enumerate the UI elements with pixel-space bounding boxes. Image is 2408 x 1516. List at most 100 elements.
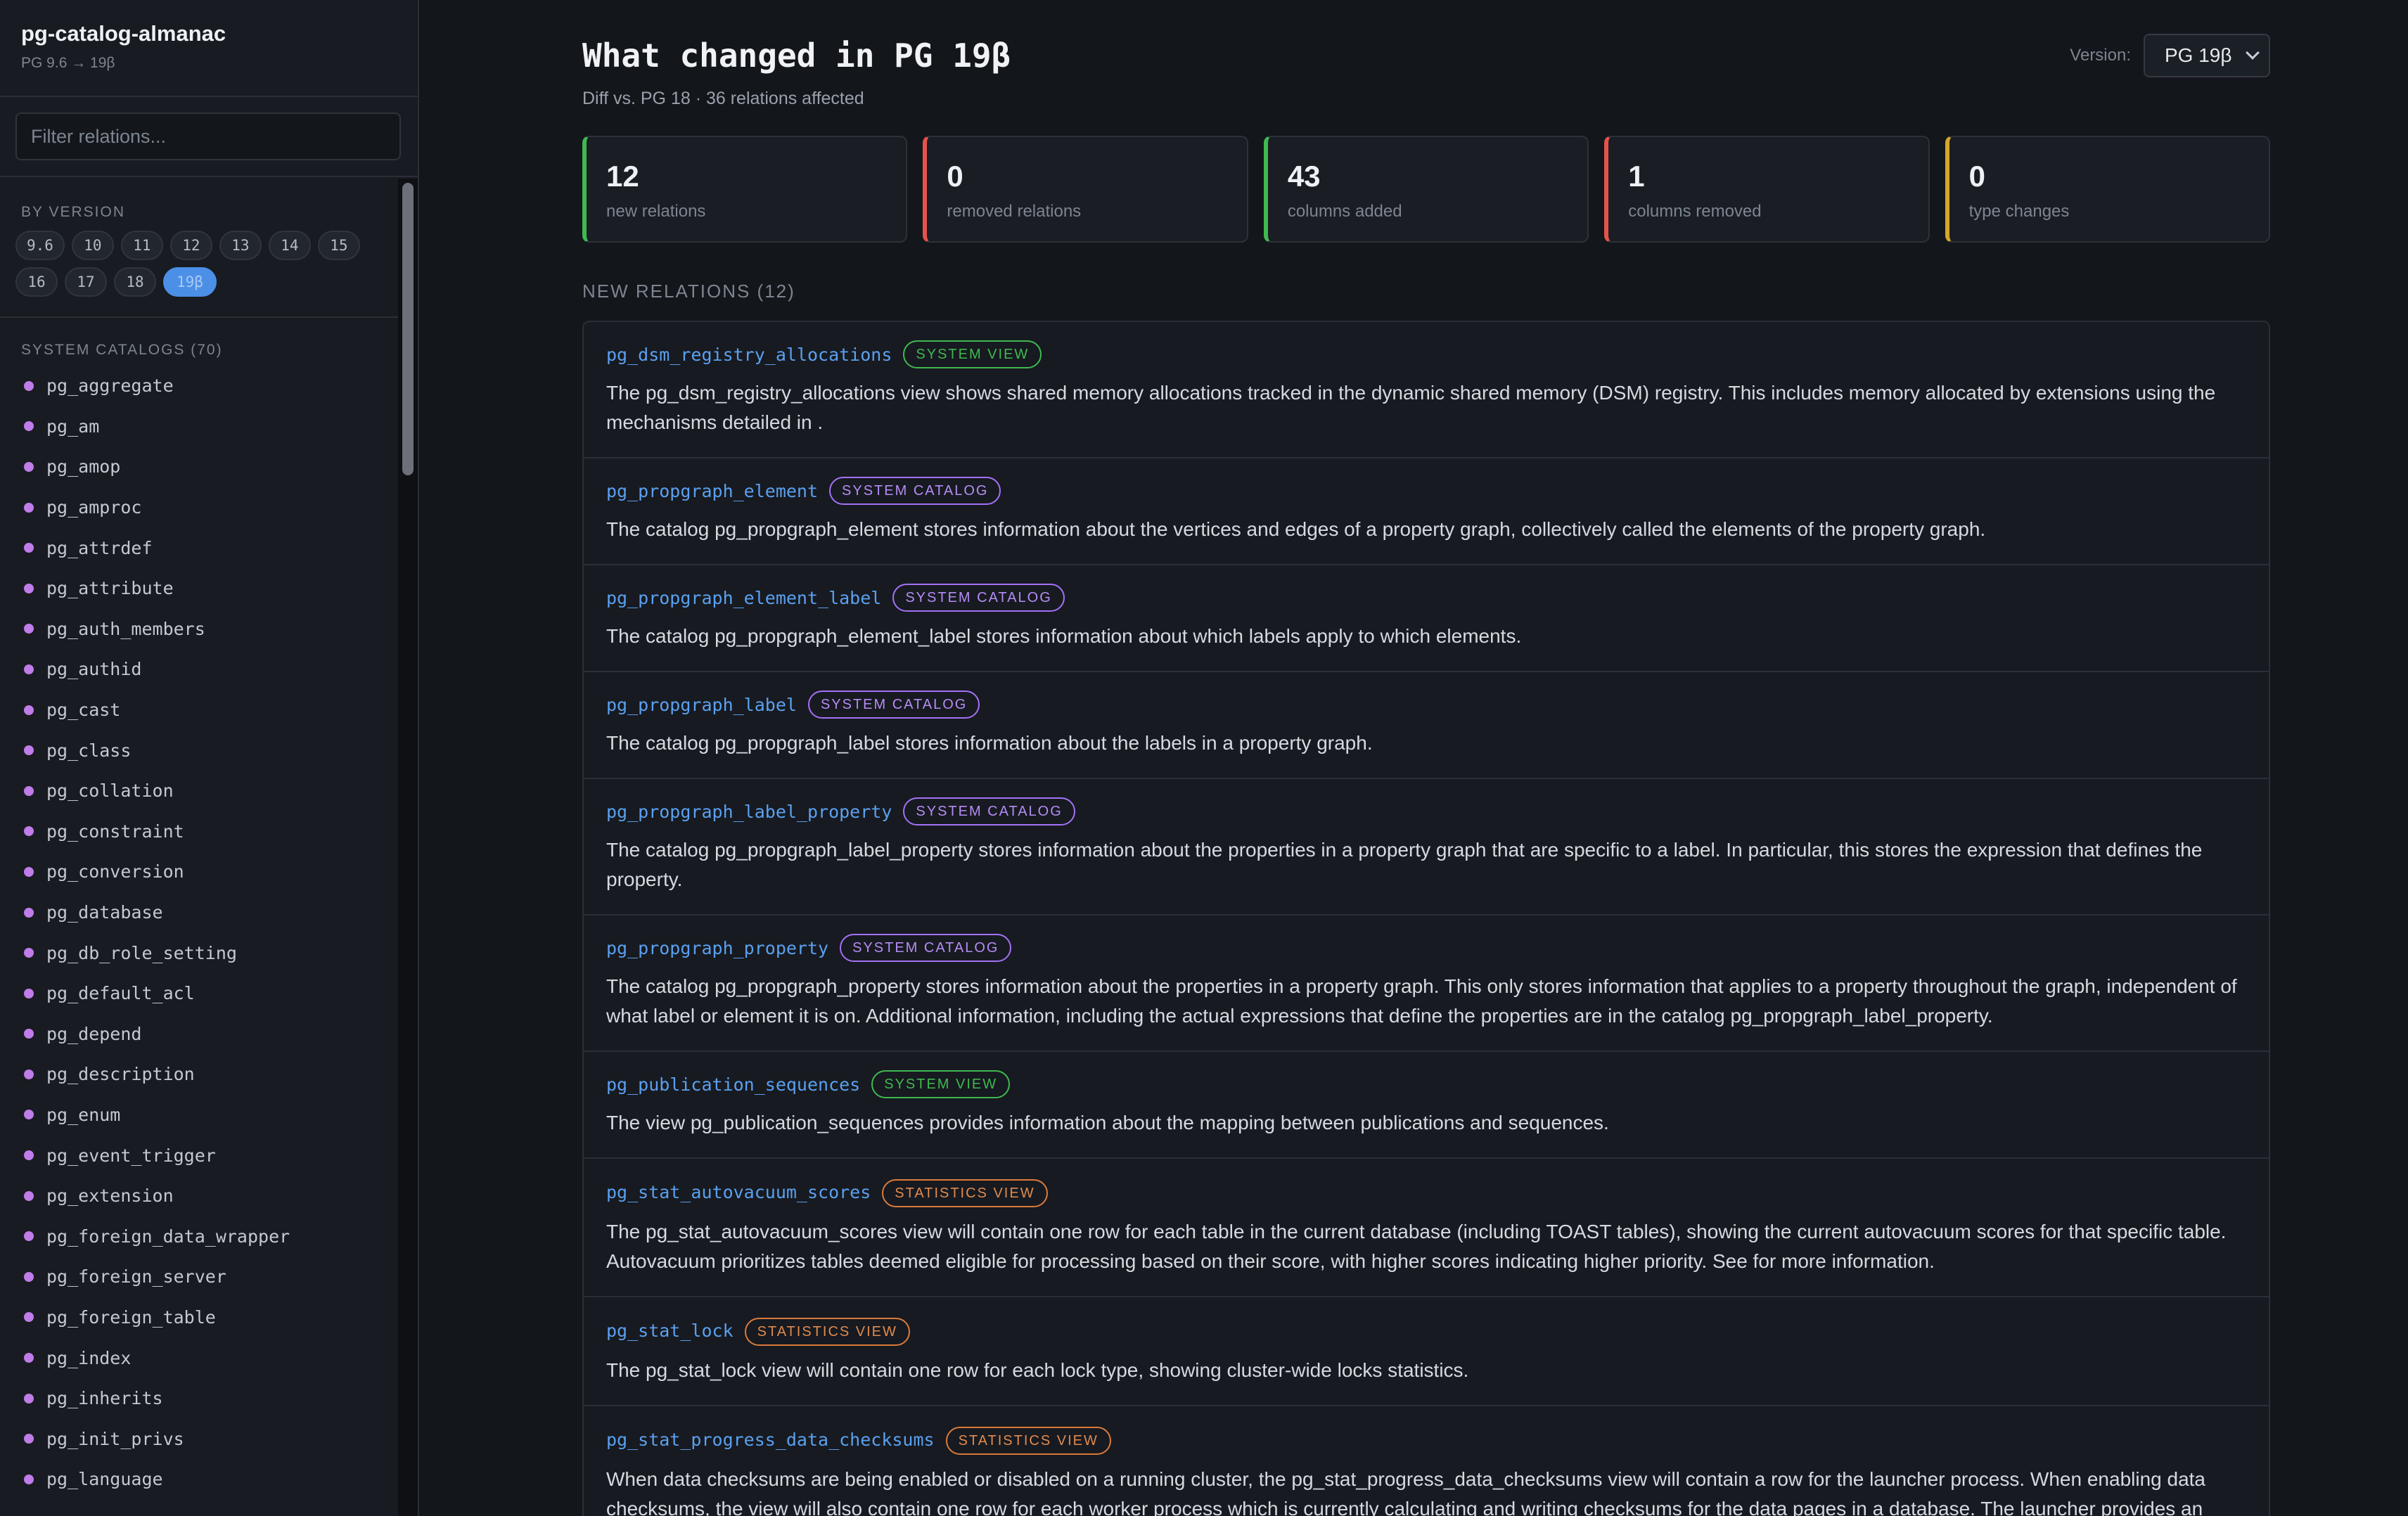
relation-row: pg_propgraph_property SYSTEM CATALOG The c… [584,916,2269,1052]
version-pill[interactable]: 10 [71,231,114,260]
catalog-item[interactable]: pg_default_acl [0,973,398,1014]
version-pill[interactable]: 19β [163,267,217,297]
relation-type-badge: STATISTICS VIEW [945,1427,1111,1455]
catalog-item[interactable]: pg_event_trigger [0,1135,398,1176]
stat-card: 0 type changes [1945,136,2271,243]
relation-header: pg_propgraph_label_property SYSTEM CATALO… [606,797,2246,826]
version-pill[interactable]: 17 [65,267,107,297]
relation-name-link[interactable]: pg_propgraph_element_label [606,588,881,608]
catalog-list: pg_aggregate pg_am pg_amop pg_amproc pg_attr… [0,366,398,1500]
catalog-item[interactable]: pg_auth_members [0,609,398,650]
relation-header: pg_propgraph_element SYSTEM CATALOG [606,477,2246,505]
catalog-item[interactable]: pg_inherits [0,1378,398,1419]
bullet-dot-icon [24,1434,34,1444]
catalog-item[interactable]: pg_conversion [0,852,398,892]
stat-label: columns added [1287,202,1402,221]
catalog-item[interactable]: pg_init_privs [0,1418,398,1459]
relation-row: pg_dsm_registry_allocations SYSTEM VIEW Th… [584,322,2269,458]
catalog-item[interactable]: pg_database [0,892,398,933]
bullet-dot-icon [24,745,34,756]
relation-type-badge: SYSTEM CATALOG [829,477,1001,505]
bullet-dot-icon [24,543,34,553]
sidebar-scrollbar[interactable] [398,179,418,1516]
catalog-item[interactable]: pg_amop [0,447,398,487]
bullet-dot-icon [24,826,34,837]
catalog-item[interactable]: pg_index [0,1337,398,1378]
page-header: What changed in PG 19β Diff vs. PG 18 · … [582,0,2270,134]
catalog-item[interactable]: pg_am [0,406,398,447]
bullet-dot-icon [24,907,34,918]
version-pill[interactable]: 12 [169,231,212,260]
relation-name-link[interactable]: pg_propgraph_label_property [606,802,892,822]
catalog-item[interactable]: pg_authid [0,649,398,690]
relation-name-link[interactable]: pg_stat_autovacuum_scores [606,1182,871,1202]
catalog-item[interactable]: pg_cast [0,690,398,731]
relation-row: pg_propgraph_element SYSTEM CATALOG The ca… [584,458,2269,565]
catalog-item[interactable]: pg_foreign_table [0,1297,398,1338]
filter-input[interactable] [15,113,401,160]
catalog-item-label: pg_description [46,1064,195,1085]
version-pill[interactable]: 11 [120,231,163,260]
catalog-item[interactable]: pg_attribute [0,568,398,609]
bullet-dot-icon [24,380,34,391]
relation-name-link[interactable]: pg_propgraph_label [606,695,797,715]
relation-type-badge: SYSTEM CATALOG [807,690,980,719]
catalog-item[interactable]: pg_class [0,730,398,771]
version-select[interactable]: PG 19β [2144,34,2270,77]
relation-description: The catalog pg_propgraph_label stores in… [606,732,1373,754]
catalog-item-label: pg_db_role_setting [46,942,237,963]
catalog-item[interactable]: pg_collation [0,771,398,811]
catalog-item[interactable]: pg_foreign_server [0,1257,398,1297]
version-pill[interactable]: 16 [15,267,58,297]
relation-name-link[interactable]: pg_propgraph_property [606,938,828,958]
stat-value: 12 [606,160,639,193]
version-pill[interactable]: 18 [114,267,156,297]
catalog-item-label: pg_am [46,416,100,437]
catalog-item[interactable]: pg_db_role_setting [0,932,398,973]
catalog-item-label: pg_auth_members [46,618,205,639]
catalog-item[interactable]: pg_amproc [0,487,398,528]
catalog-item-label: pg_inherits [46,1388,163,1409]
catalog-item-label: pg_init_privs [46,1428,184,1449]
relation-name-link[interactable]: pg_propgraph_element [606,481,818,501]
catalog-item-label: pg_foreign_table [46,1306,216,1328]
catalog-item[interactable]: pg_attrdef [0,527,398,568]
catalog-item[interactable]: pg_constraint [0,811,398,852]
relation-header: pg_propgraph_property SYSTEM CATALOG [606,934,2246,962]
relation-header: pg_publication_sequences SYSTEM VIEW [606,1070,2246,1098]
relation-name-link[interactable]: pg_publication_sequences [606,1074,860,1095]
relation-type-badge: STATISTICS VIEW [882,1179,1048,1207]
catalog-item-label: pg_language [46,1469,163,1490]
version-pill[interactable]: 13 [219,231,262,260]
bullet-dot-icon [24,705,34,715]
scrollbar-thumb[interactable] [402,183,414,475]
stats-row: 12 new relations 0 removed relations 43 colum… [582,136,2271,243]
relation-type-badge: STATISTICS VIEW [744,1318,910,1346]
catalog-item[interactable]: pg_depend [0,1014,398,1055]
catalog-item-label: pg_constraint [46,821,184,842]
relation-name-link[interactable]: pg_stat_lock [606,1321,734,1341]
relation-description: When data checksums are being enabled or… [606,1468,2206,1516]
relation-type-badge: SYSTEM CATALOG [892,584,1065,612]
stat-label: type changes [1968,202,2070,221]
version-pill[interactable]: 9.6 [15,231,65,260]
catalog-item[interactable]: pg_aggregate [0,366,398,406]
bullet-dot-icon [24,421,34,432]
catalog-item[interactable]: pg_language [0,1459,398,1500]
version-pill[interactable]: 14 [268,231,311,260]
relation-name-link[interactable]: pg_stat_progress_data_checksums [606,1430,935,1450]
bullet-dot-icon [24,664,34,674]
stat-value: 0 [947,160,963,193]
new-relations-heading: NEW RELATIONS (12) [582,281,795,302]
version-pill[interactable]: 15 [317,231,360,260]
relation-name-link[interactable]: pg_dsm_registry_allocations [606,345,892,365]
catalog-item[interactable]: pg_description [0,1054,398,1095]
relation-row: pg_publication_sequences SYSTEM VIEW The v… [584,1052,2269,1159]
stat-card: 0 removed relations [923,136,1248,243]
main-content: What changed in PG 19β Diff vs. PG 18 · … [582,0,2271,1516]
catalog-item[interactable]: pg_enum [0,1095,398,1136]
relation-description: The catalog pg_propgraph_property stores… [606,975,2237,1027]
catalog-item[interactable]: pg_foreign_data_wrapper [0,1216,398,1257]
bullet-dot-icon [24,1231,34,1242]
catalog-item[interactable]: pg_extension [0,1176,398,1216]
